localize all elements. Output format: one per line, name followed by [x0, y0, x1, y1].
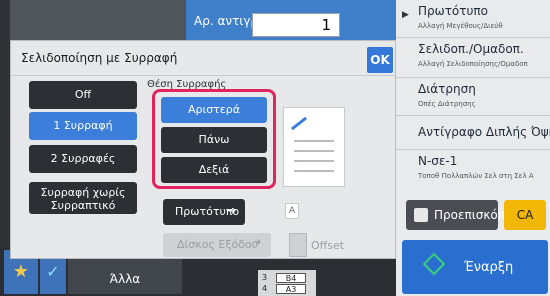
right-panel-item-title: Αντίγραφο Διπλής Όψης	[418, 125, 550, 139]
output-tray-button: Δίσκος Εξόδου ➜	[163, 233, 271, 257]
staple-option-one[interactable]: 1 Συρραφή	[29, 112, 137, 140]
arrow-right-icon: ➜	[227, 204, 237, 217]
ok-button[interactable]: OK	[367, 47, 393, 73]
tray-number: 4	[262, 284, 268, 293]
preview-button[interactable]: Προεπισκόπ	[406, 200, 505, 230]
staple-option-stapleless[interactable]: Συρραφή χωρίς Συρραπτικό	[29, 182, 137, 214]
paper-size: A3	[276, 284, 306, 294]
clear-all-button[interactable]: CA	[504, 200, 546, 230]
background-top-strip	[10, 0, 186, 40]
paper-size: B4	[276, 273, 306, 283]
copies-count-field[interactable]: 1	[252, 13, 340, 37]
staple-option-label: 2 Συρραφές	[50, 152, 116, 165]
original-size-badge: A	[285, 203, 299, 219]
staple-option-label: 1 Συρραφή	[53, 119, 113, 132]
preview-button-label: Προεπισκόπ	[434, 208, 505, 222]
dialog-divider	[11, 75, 397, 76]
start-button-label: Έναρξη	[464, 260, 514, 275]
right-panel-item-n-up[interactable]: N-σε-1 Τοποθ Πολλαπλών Σελ στη Σελ Α	[396, 150, 550, 190]
copier-screen: Αρ. αντιγράφων 1 ▶ Πρωτότυπο Αλλαγή Μεγέ…	[0, 0, 550, 296]
staple-option-two[interactable]: 2 Συρραφές	[29, 145, 137, 173]
position-right-button[interactable]: Δεξιά	[161, 157, 267, 183]
right-panel-item-subtitle: Αλλαγή Σελιδοποίησης/Ομαδοπ	[418, 60, 528, 68]
right-panel-item-subtitle: Αλλαγή Μεγέθους/Διεύθ	[418, 22, 503, 30]
offset-label: Offset	[311, 239, 345, 252]
staple-option-label: Off	[74, 88, 92, 101]
text-line	[294, 170, 334, 172]
paper-tray-indicator: 3 B4 4 A3	[258, 270, 316, 296]
text-line	[294, 140, 334, 142]
right-panel-item-subtitle: Τοποθ Πολλαπλών Σελ στη Σελ Α	[418, 172, 534, 180]
right-panel-item-title: Πρωτότυπο	[418, 4, 488, 18]
dialog-title: Σελιδοποίηση με Συρραφή	[21, 51, 178, 65]
expand-arrow-icon: ▶	[402, 10, 409, 20]
preview-icon	[414, 208, 428, 222]
output-tray-label: Δίσκος Εξόδου	[177, 238, 259, 251]
arrow-right-icon: ➜	[253, 237, 262, 248]
tray-number: 3	[262, 273, 268, 282]
position-top-button[interactable]: Πάνω	[161, 127, 267, 153]
staple-sort-dialog: Σελιδοποίηση με Συρραφή OK Off 1 Συρραφή…	[10, 40, 397, 259]
staple-option-label: Συρραφή χωρίς Συρραπτικό	[40, 186, 126, 212]
right-panel-item-title: Διάτρηση	[418, 82, 476, 96]
right-panel-item-duplex[interactable]: Αντίγραφο Διπλής Όψης	[396, 116, 550, 150]
position-left-button[interactable]: Αριστερά	[161, 97, 267, 123]
text-line	[294, 160, 334, 162]
right-panel-item-title: Σελιδοπ./Ομαδοπ.	[418, 42, 524, 56]
right-panel-item-original[interactable]: ▶ Πρωτότυπο Αλλαγή Μεγέθους/Διεύθ	[396, 0, 550, 38]
original-button[interactable]: Πρωτότυπο ➜	[163, 199, 245, 225]
right-panel-item-subtitle: Οπές Διάτρησης	[418, 100, 476, 108]
right-panel-item-sort-group[interactable]: Σελιδοπ./Ομαδοπ. Αλλαγή Σελιδοποίησης/Ομ…	[396, 38, 550, 78]
staple-mark-icon	[290, 116, 308, 131]
paper-tray-row: 4 A3	[262, 284, 312, 295]
paper-tray-row: 3 B4	[262, 273, 312, 284]
start-button[interactable]: Έναρξη	[402, 240, 548, 294]
start-diamond-icon	[422, 252, 446, 276]
staple-option-off[interactable]: Off	[29, 81, 137, 109]
offset-checkbox	[289, 233, 307, 257]
right-panel-item-punch[interactable]: Διάτρηση Οπές Διάτρησης	[396, 78, 550, 116]
right-panel-item-title: N-σε-1	[418, 154, 458, 168]
text-line	[294, 150, 334, 152]
document-preview	[283, 107, 345, 187]
